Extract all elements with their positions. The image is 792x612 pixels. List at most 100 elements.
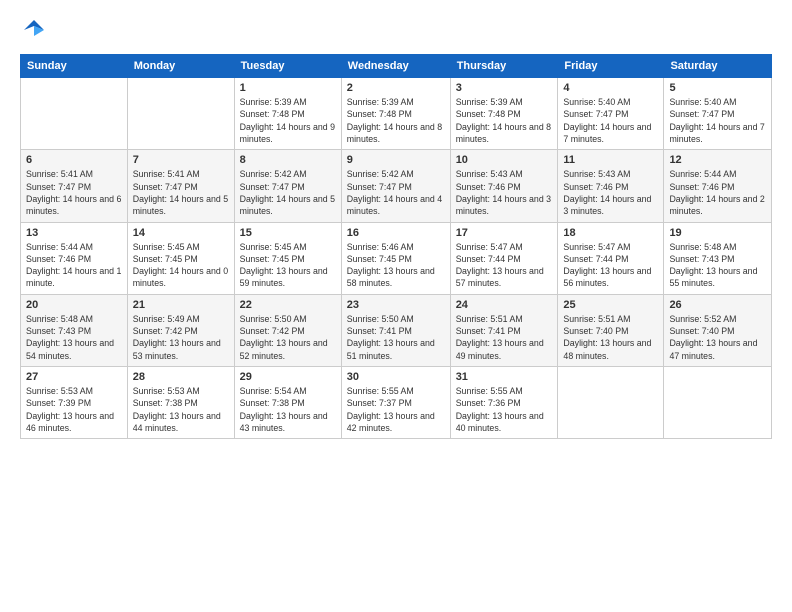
day-number: 18	[563, 227, 658, 239]
calendar-day-cell: 8 Sunrise: 5:42 AM Sunset: 7:47 PM Daylig…	[234, 150, 341, 222]
day-number: 21	[133, 299, 229, 311]
calendar-day-cell: 3Sunrise: 5:39 AM Sunset: 7:48 PM Daylig…	[450, 78, 558, 150]
day-number: 15	[240, 227, 336, 239]
calendar-week-row: 20 Sunrise: 5:48 AM Sunset: 7:43 PM Dayli…	[21, 294, 772, 366]
calendar-day-cell: 19 Sunrise: 5:48 AM Sunset: 7:43 PM Dayli…	[664, 222, 772, 294]
day-number: 28	[133, 371, 229, 383]
day-info: Sunrise: 5:51 AM Sunset: 7:41 PM Dayligh…	[456, 313, 553, 362]
day-number: 24	[456, 299, 553, 311]
calendar-day-cell: 25 Sunrise: 5:51 AM Sunset: 7:40 PM Dayli…	[558, 294, 664, 366]
day-info: Sunrise: 5:47 AM Sunset: 7:44 PM Dayligh…	[563, 241, 658, 290]
calendar-header-cell: Sunday	[21, 55, 128, 78]
calendar-day-cell	[558, 367, 664, 439]
calendar-day-cell: 5 Sunrise: 5:40 AM Sunset: 7:47 PM Daylig…	[664, 78, 772, 150]
calendar-day-cell: 30Sunrise: 5:55 AM Sunset: 7:37 PM Dayli…	[341, 367, 450, 439]
page: SundayMondayTuesdayWednesdayThursdayFrid…	[0, 0, 792, 612]
calendar-day-cell: 24 Sunrise: 5:51 AM Sunset: 7:41 PM Dayli…	[450, 294, 558, 366]
calendar-day-cell: 1 Sunrise: 5:39 AM Sunset: 7:48 PM Daylig…	[234, 78, 341, 150]
day-number: 10	[456, 154, 553, 166]
day-info: Sunrise: 5:45 AM Sunset: 7:45 PM Dayligh…	[240, 241, 336, 290]
calendar-day-cell: 9 Sunrise: 5:42 AM Sunset: 7:47 PM Daylig…	[341, 150, 450, 222]
calendar-day-cell	[127, 78, 234, 150]
day-info: Sunrise: 5:49 AM Sunset: 7:42 PM Dayligh…	[133, 313, 229, 362]
day-info: Sunrise: 5:46 AM Sunset: 7:45 PM Dayligh…	[347, 241, 445, 290]
calendar-day-cell: 4 Sunrise: 5:40 AM Sunset: 7:47 PM Daylig…	[558, 78, 664, 150]
day-number: 11	[563, 154, 658, 166]
day-number: 8	[240, 154, 336, 166]
calendar-week-row: 27Sunrise: 5:53 AM Sunset: 7:39 PM Dayli…	[21, 367, 772, 439]
day-number: 22	[240, 299, 336, 311]
day-info: Sunrise: 5:41 AM Sunset: 7:47 PM Dayligh…	[133, 168, 229, 217]
calendar-header-cell: Tuesday	[234, 55, 341, 78]
day-number: 31	[456, 371, 553, 383]
day-info: Sunrise: 5:43 AM Sunset: 7:46 PM Dayligh…	[563, 168, 658, 217]
day-number: 13	[26, 227, 122, 239]
calendar-day-cell: 20 Sunrise: 5:48 AM Sunset: 7:43 PM Dayli…	[21, 294, 128, 366]
day-number: 29	[240, 371, 336, 383]
day-info: Sunrise: 5:45 AM Sunset: 7:45 PM Dayligh…	[133, 241, 229, 290]
day-info: Sunrise: 5:48 AM Sunset: 7:43 PM Dayligh…	[669, 241, 766, 290]
calendar-week-row: 1 Sunrise: 5:39 AM Sunset: 7:48 PM Daylig…	[21, 78, 772, 150]
day-info: Sunrise: 5:40 AM Sunset: 7:47 PM Dayligh…	[669, 96, 766, 145]
day-number: 20	[26, 299, 122, 311]
day-number: 19	[669, 227, 766, 239]
day-number: 7	[133, 154, 229, 166]
day-number: 30	[347, 371, 445, 383]
calendar-day-cell: 6Sunrise: 5:41 AM Sunset: 7:47 PM Daylig…	[21, 150, 128, 222]
calendar-day-cell: 31Sunrise: 5:55 AM Sunset: 7:36 PM Dayli…	[450, 367, 558, 439]
calendar-week-row: 6Sunrise: 5:41 AM Sunset: 7:47 PM Daylig…	[21, 150, 772, 222]
day-number: 5	[669, 82, 766, 94]
day-info: Sunrise: 5:47 AM Sunset: 7:44 PM Dayligh…	[456, 241, 553, 290]
calendar-day-cell: 11 Sunrise: 5:43 AM Sunset: 7:46 PM Dayli…	[558, 150, 664, 222]
day-info: Sunrise: 5:51 AM Sunset: 7:40 PM Dayligh…	[563, 313, 658, 362]
calendar-day-cell: 10 Sunrise: 5:43 AM Sunset: 7:46 PM Dayli…	[450, 150, 558, 222]
day-number: 17	[456, 227, 553, 239]
calendar-header-row: SundayMondayTuesdayWednesdayThursdayFrid…	[21, 55, 772, 78]
calendar-day-cell: 26 Sunrise: 5:52 AM Sunset: 7:40 PM Dayli…	[664, 294, 772, 366]
day-number: 26	[669, 299, 766, 311]
day-info: Sunrise: 5:41 AM Sunset: 7:47 PM Dayligh…	[26, 168, 122, 217]
logo	[20, 16, 52, 44]
day-info: Sunrise: 5:39 AM Sunset: 7:48 PM Dayligh…	[456, 96, 553, 145]
day-info: Sunrise: 5:43 AM Sunset: 7:46 PM Dayligh…	[456, 168, 553, 217]
calendar-day-cell: 13 Sunrise: 5:44 AM Sunset: 7:46 PM Dayli…	[21, 222, 128, 294]
calendar-day-cell: 14 Sunrise: 5:45 AM Sunset: 7:45 PM Dayli…	[127, 222, 234, 294]
calendar-day-cell	[664, 367, 772, 439]
day-info: Sunrise: 5:53 AM Sunset: 7:38 PM Dayligh…	[133, 385, 229, 434]
calendar-day-cell: 16 Sunrise: 5:46 AM Sunset: 7:45 PM Dayli…	[341, 222, 450, 294]
day-info: Sunrise: 5:39 AM Sunset: 7:48 PM Dayligh…	[240, 96, 336, 145]
calendar-day-cell: 7 Sunrise: 5:41 AM Sunset: 7:47 PM Daylig…	[127, 150, 234, 222]
calendar-body: 1 Sunrise: 5:39 AM Sunset: 7:48 PM Daylig…	[21, 78, 772, 439]
calendar-header-cell: Thursday	[450, 55, 558, 78]
header	[20, 16, 772, 44]
calendar-day-cell: 21 Sunrise: 5:49 AM Sunset: 7:42 PM Dayli…	[127, 294, 234, 366]
day-number: 1	[240, 82, 336, 94]
day-info: Sunrise: 5:42 AM Sunset: 7:47 PM Dayligh…	[347, 168, 445, 217]
calendar-day-cell: 27Sunrise: 5:53 AM Sunset: 7:39 PM Dayli…	[21, 367, 128, 439]
calendar-header-cell: Monday	[127, 55, 234, 78]
calendar-day-cell: 17 Sunrise: 5:47 AM Sunset: 7:44 PM Dayli…	[450, 222, 558, 294]
day-info: Sunrise: 5:53 AM Sunset: 7:39 PM Dayligh…	[26, 385, 122, 434]
calendar-day-cell: 22 Sunrise: 5:50 AM Sunset: 7:42 PM Dayli…	[234, 294, 341, 366]
day-info: Sunrise: 5:40 AM Sunset: 7:47 PM Dayligh…	[563, 96, 658, 145]
day-number: 16	[347, 227, 445, 239]
day-number: 9	[347, 154, 445, 166]
logo-icon	[20, 16, 48, 44]
day-number: 12	[669, 154, 766, 166]
calendar-day-cell: 29 Sunrise: 5:54 AM Sunset: 7:38 PM Dayli…	[234, 367, 341, 439]
day-number: 4	[563, 82, 658, 94]
day-info: Sunrise: 5:44 AM Sunset: 7:46 PM Dayligh…	[26, 241, 122, 290]
calendar-day-cell: 12Sunrise: 5:44 AM Sunset: 7:46 PM Dayli…	[664, 150, 772, 222]
day-info: Sunrise: 5:50 AM Sunset: 7:41 PM Dayligh…	[347, 313, 445, 362]
day-info: Sunrise: 5:50 AM Sunset: 7:42 PM Dayligh…	[240, 313, 336, 362]
day-info: Sunrise: 5:52 AM Sunset: 7:40 PM Dayligh…	[669, 313, 766, 362]
calendar-day-cell: 23Sunrise: 5:50 AM Sunset: 7:41 PM Dayli…	[341, 294, 450, 366]
day-info: Sunrise: 5:42 AM Sunset: 7:47 PM Dayligh…	[240, 168, 336, 217]
calendar-day-cell	[21, 78, 128, 150]
day-number: 14	[133, 227, 229, 239]
calendar-day-cell: 2Sunrise: 5:39 AM Sunset: 7:48 PM Daylig…	[341, 78, 450, 150]
calendar-header-cell: Wednesday	[341, 55, 450, 78]
day-info: Sunrise: 5:48 AM Sunset: 7:43 PM Dayligh…	[26, 313, 122, 362]
day-number: 25	[563, 299, 658, 311]
day-info: Sunrise: 5:54 AM Sunset: 7:38 PM Dayligh…	[240, 385, 336, 434]
